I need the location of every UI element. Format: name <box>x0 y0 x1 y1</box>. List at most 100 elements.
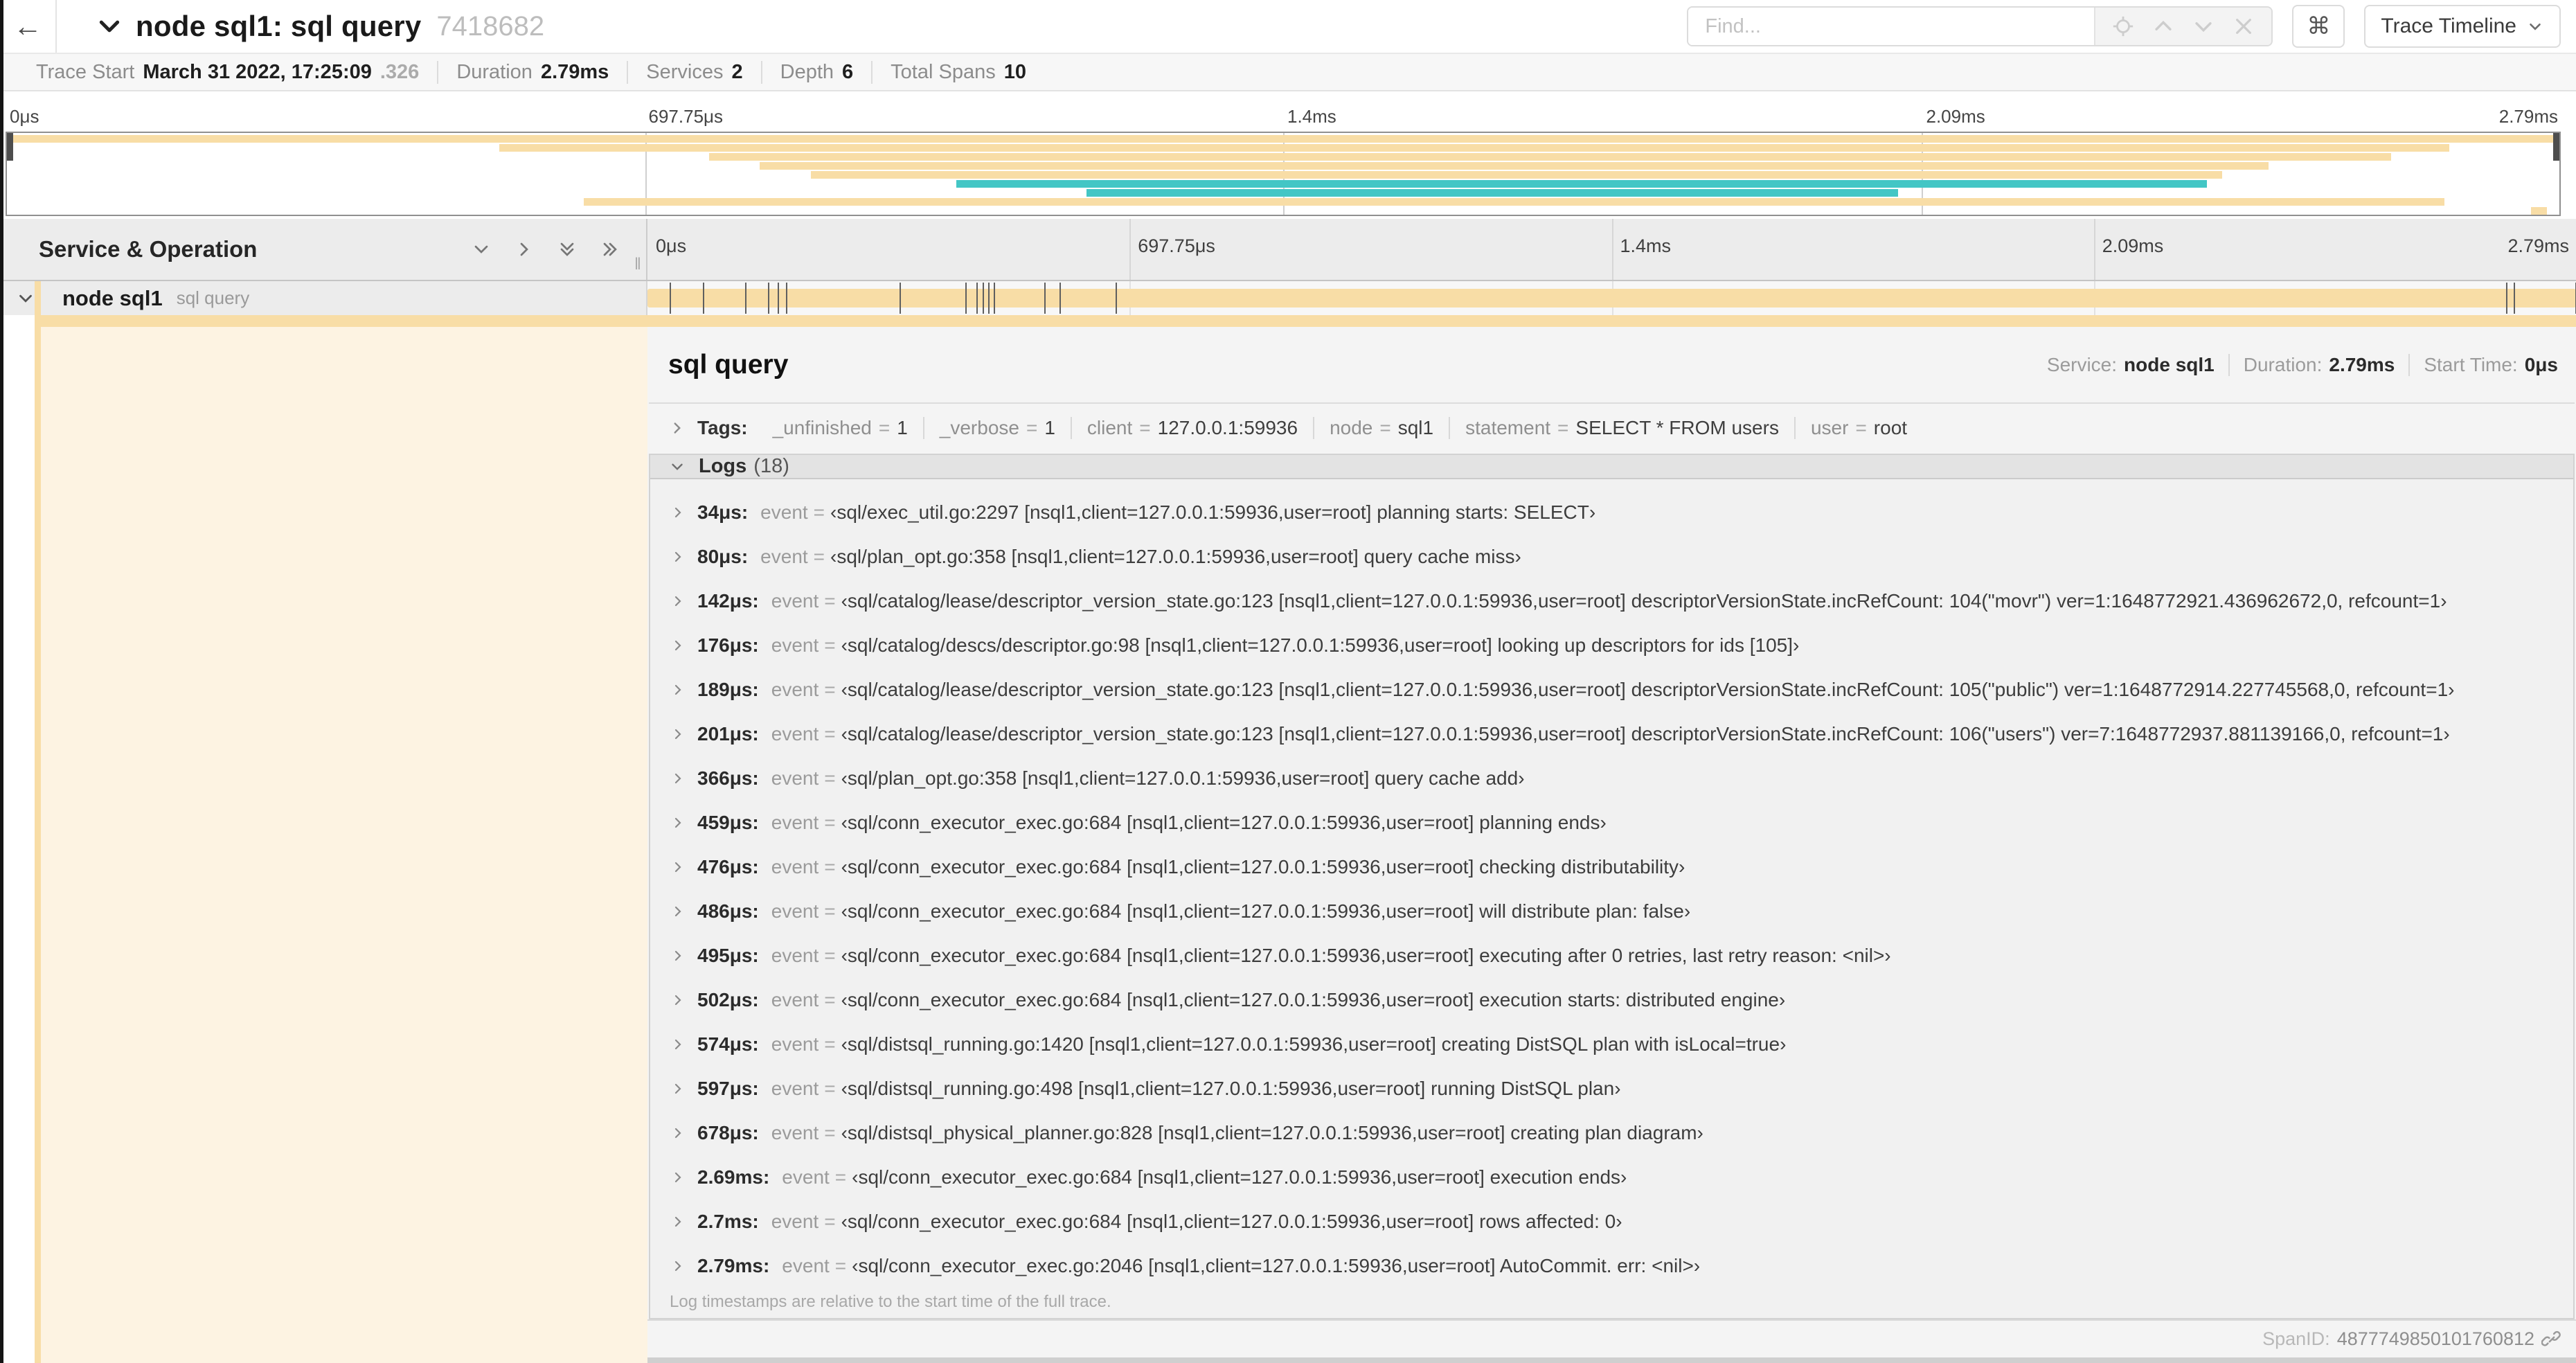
span-name-cell[interactable]: node sql1 sql query <box>0 281 647 315</box>
bottom-strip <box>647 1357 2576 1363</box>
minimap-tick-label: 0μs <box>10 106 39 127</box>
log-entry[interactable]: 2.69ms: event = ‹sql/conn_executor_exec.go:… <box>650 1155 2573 1200</box>
span-meta-value: node sql1 <box>2124 353 2215 375</box>
tags-row[interactable]: Tags: _unfinished = 1 _verbose = 1 client = 127.… <box>647 404 2576 452</box>
log-marker[interactable] <box>976 283 978 314</box>
log-field-key: event <box>771 1033 819 1055</box>
column-resizer[interactable]: ‖ <box>634 255 643 274</box>
log-entry[interactable]: 2.7ms: event = ‹sql/conn_executor_exec.go:6… <box>650 1200 2573 1244</box>
log-marker[interactable] <box>768 283 770 314</box>
tag-item[interactable]: node = sql1 <box>1313 417 1449 440</box>
detail-row-tint[interactable] <box>41 327 647 1363</box>
logs-note: Log timestamps are relative to the start… <box>670 1292 1111 1312</box>
log-field-value: ‹sql/conn_executor_exec.go:684 [nsql1,cl… <box>841 856 1685 878</box>
equals-sign: = <box>1379 417 1391 439</box>
back-button[interactable]: ← <box>0 0 57 53</box>
tag-item[interactable]: client = 127.0.0.1:59936 <box>1070 417 1313 440</box>
log-marker[interactable] <box>778 283 780 314</box>
deep-link-icon[interactable] <box>2541 1329 2562 1350</box>
log-marker[interactable] <box>785 283 787 314</box>
span-detail-meta: Service: node sql1 Duration: 2.79ms Start Ti… <box>2033 353 2558 376</box>
log-entry[interactable]: 142μs: event = ‹sql/catalog/lease/descripto… <box>650 579 2573 623</box>
trace-info-bar: Trace Start March 31 2022, 17:25:09 .326 Du… <box>0 53 2576 91</box>
logs-header[interactable]: Logs (18) <box>650 455 2573 480</box>
log-chevron-icon <box>670 1258 686 1274</box>
log-timestamp: 678μs: <box>697 1122 759 1144</box>
span-meta-value: 0μs <box>2524 353 2558 375</box>
log-marker[interactable] <box>670 283 672 314</box>
log-timestamp: 459μs: <box>697 812 759 834</box>
log-entry[interactable]: 34μs: event = ‹sql/exec_util.go:2297 [nsql1… <box>650 490 2573 535</box>
log-marker[interactable] <box>745 283 747 314</box>
tag-item[interactable]: statement = SELECT * FROM users <box>1449 417 1794 440</box>
log-entry[interactable]: 476μs: event = ‹sql/conn_executor_exec.go:6… <box>650 845 2573 889</box>
log-marker[interactable] <box>899 283 901 314</box>
collapse-trace-chevron-icon[interactable] <box>96 12 123 40</box>
log-marker[interactable] <box>702 283 704 314</box>
log-entry[interactable]: 678μs: event = ‹sql/distsql_physical_planne… <box>650 1111 2573 1155</box>
log-marker[interactable] <box>994 283 996 314</box>
log-marker[interactable] <box>2513 283 2515 314</box>
clear-search-icon[interactable] <box>2226 10 2262 42</box>
collapse-one-icon[interactable] <box>470 238 492 260</box>
log-chevron-icon <box>670 1125 686 1141</box>
log-entry[interactable]: 574μs: event = ‹sql/distsql_running.go:1420… <box>650 1022 2573 1067</box>
equals-sign: = <box>824 945 836 967</box>
log-field-key: event <box>771 679 819 701</box>
log-entry[interactable]: 366μs: event = ‹sql/plan_opt.go:358 [nsql1,… <box>650 756 2573 801</box>
trace-stat-label: Depth <box>780 60 834 83</box>
equals-sign: = <box>824 1078 836 1100</box>
log-marker[interactable] <box>982 283 984 314</box>
view-range-left-handle[interactable] <box>7 133 13 161</box>
tag-item[interactable]: _unfinished = 1 <box>758 417 923 439</box>
expand-all-icon[interactable] <box>599 238 621 260</box>
log-chevron-icon <box>670 549 686 565</box>
span-bar[interactable] <box>647 289 2576 308</box>
equals-sign: = <box>824 1211 836 1233</box>
log-entry[interactable]: 597μs: event = ‹sql/distsql_running.go:498 … <box>650 1067 2573 1111</box>
log-entry[interactable]: 502μs: event = ‹sql/conn_executor_exec.go:6… <box>650 978 2573 1022</box>
log-field-key: event <box>771 723 819 745</box>
log-entry[interactable]: 486μs: event = ‹sql/conn_executor_exec.go:6… <box>650 889 2573 934</box>
minimap-span-bar <box>584 198 2445 206</box>
chevron-down-icon <box>2526 17 2544 35</box>
tag-item[interactable]: _verbose = 1 <box>922 417 1071 440</box>
prev-result-icon[interactable] <box>2145 10 2181 42</box>
trace-stat-label: Total Spans <box>891 60 996 83</box>
log-marker[interactable] <box>987 283 990 314</box>
minimap-tick-label: 2.09ms <box>1926 106 1985 127</box>
log-entry[interactable]: 201μs: event = ‹sql/catalog/lease/descripto… <box>650 712 2573 756</box>
log-field-key: event <box>771 900 819 923</box>
log-entry[interactable]: 495μs: event = ‹sql/conn_executor_exec.go:6… <box>650 934 2573 978</box>
timeline-header: Service & Operation ‖ 0μs 697.75μs 1.4ms 2.… <box>0 219 2576 281</box>
log-field-value: ‹sql/conn_executor_exec.go:2046 [nsql1,c… <box>852 1255 1701 1277</box>
log-marker[interactable] <box>1115 283 1117 314</box>
tag-key: _unfinished <box>772 417 872 439</box>
log-chevron-icon <box>670 859 686 875</box>
log-entry[interactable]: 459μs: event = ‹sql/conn_executor_exec.go:6… <box>650 801 2573 845</box>
log-marker[interactable] <box>1059 283 1061 314</box>
find-input[interactable] <box>1688 8 2095 45</box>
log-entry[interactable]: 80μs: event = ‹sql/plan_opt.go:358 [nsql1,c… <box>650 535 2573 579</box>
view-selector-button[interactable]: Trace Timeline <box>2364 5 2561 48</box>
minimap[interactable] <box>6 132 2561 216</box>
log-marker[interactable] <box>2505 283 2507 314</box>
log-entry[interactable]: 176μs: event = ‹sql/catalog/descs/descripto… <box>650 623 2573 668</box>
locate-icon[interactable] <box>2105 10 2141 42</box>
tag-item[interactable]: user = root <box>1794 417 1922 440</box>
log-entry[interactable]: 2.79ms: event = ‹sql/conn_executor_exec.go:… <box>650 1244 2573 1288</box>
log-marker[interactable] <box>1044 283 1046 314</box>
top-bar: ← node sql1: sql query 7418682 Find... ⌘… <box>0 0 2576 53</box>
collapse-all-icon[interactable] <box>556 238 578 260</box>
log-timestamp: 502μs: <box>697 989 759 1011</box>
log-marker[interactable] <box>965 283 967 314</box>
span-collapse-chevron-icon[interactable] <box>15 288 36 309</box>
span-bar-cell[interactable] <box>647 281 2576 315</box>
next-result-icon[interactable] <box>2185 10 2221 42</box>
trace-stat-value: March 31 2022, 17:25:09 <box>143 60 372 83</box>
log-entry[interactable]: 189μs: event = ‹sql/catalog/lease/descripto… <box>650 668 2573 712</box>
view-range-right-handle[interactable] <box>2553 133 2559 161</box>
keyboard-shortcuts-button[interactable]: ⌘ <box>2292 5 2345 48</box>
expand-one-icon[interactable] <box>513 238 535 260</box>
equals-sign: = <box>1026 417 1038 439</box>
